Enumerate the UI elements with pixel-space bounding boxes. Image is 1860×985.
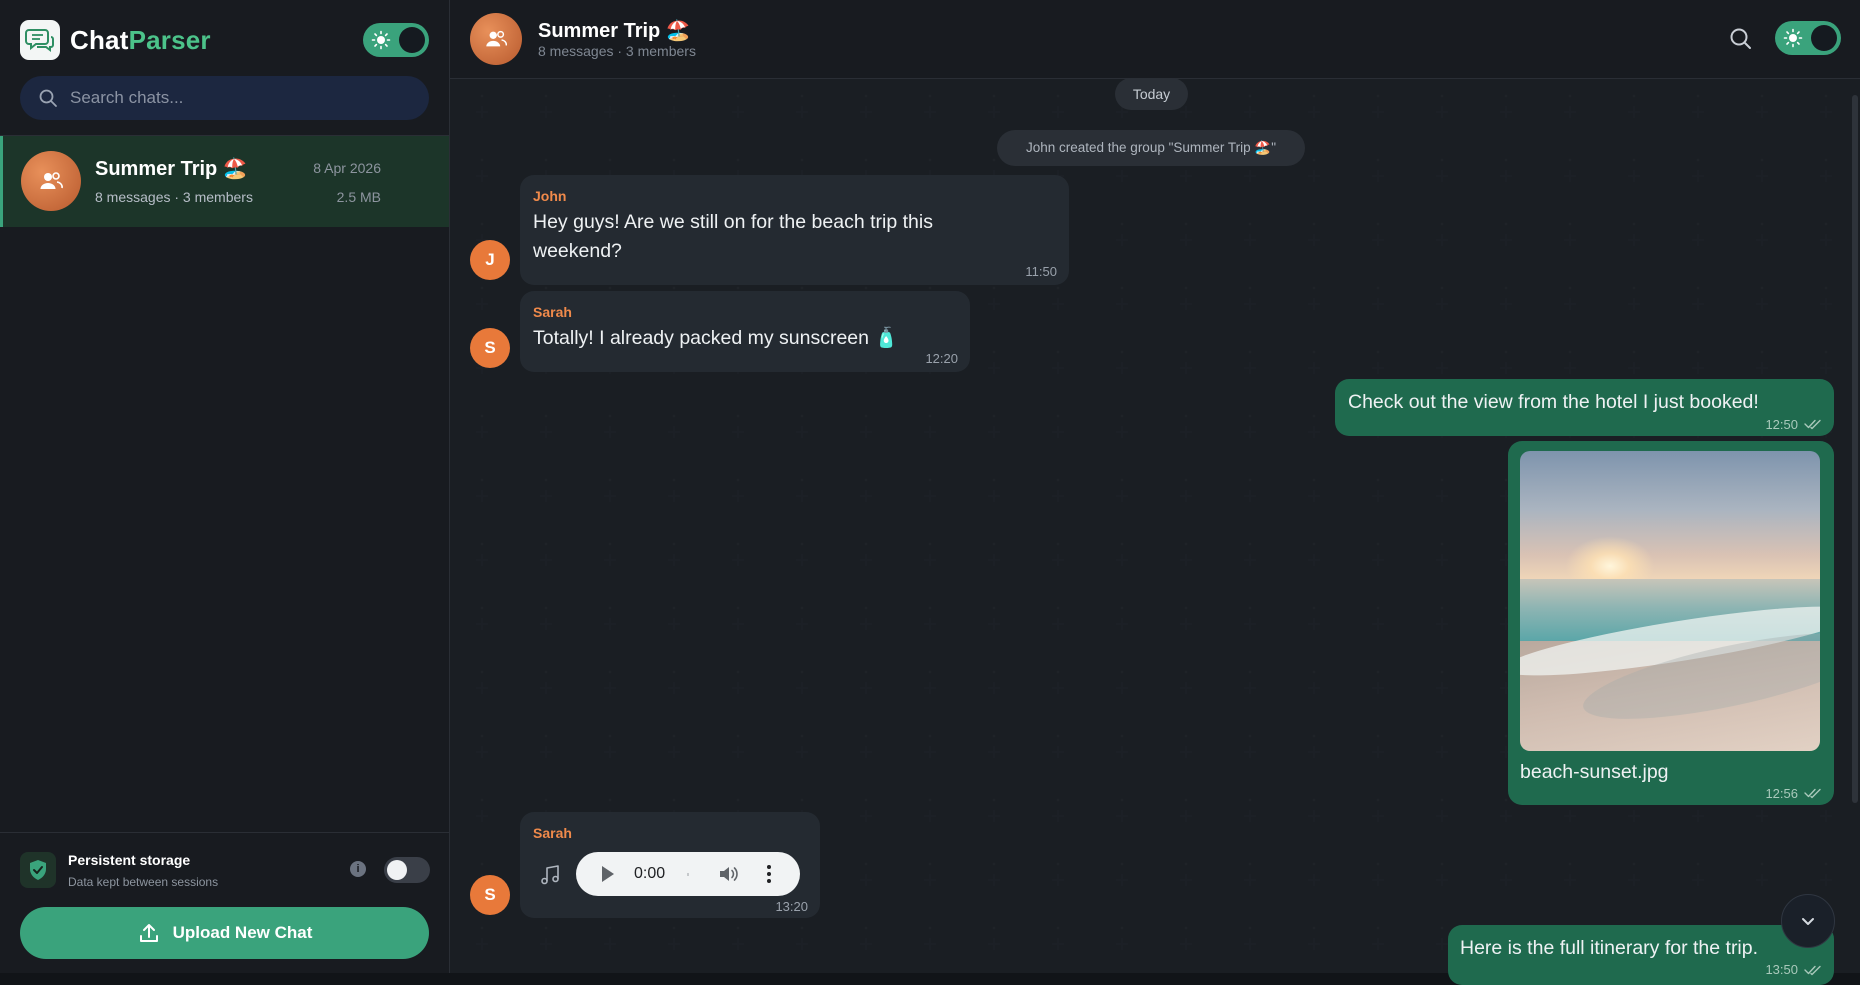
double-check-icon (1804, 965, 1821, 976)
storage-panel: Persistent storage Data kept between ses… (0, 832, 449, 973)
storage-toggle-knob (387, 860, 407, 880)
sender-name: Sarah (533, 825, 572, 841)
chat-list-item[interactable]: Summer Trip 🏖️ 8 messages · 3 members 8 … (0, 136, 449, 227)
double-check-icon (1804, 788, 1821, 799)
date-separator: Today (1115, 78, 1188, 110)
avatar: J (470, 240, 510, 280)
storage-subtitle: Data kept between sessions (68, 875, 219, 889)
header-title: Summer Trip 🏖️ (538, 20, 691, 42)
chat-logo-icon (20, 20, 60, 60)
image-caption: beach-sunset.jpg (1520, 761, 1669, 783)
group-icon (40, 172, 63, 189)
info-icon[interactable]: i (350, 861, 366, 877)
chat-date: 8 Apr 2026 (313, 160, 381, 176)
system-message: John created the group "Summer Trip 🏖️" (997, 130, 1305, 166)
message-bubble: Sarah Totally! I already packed my sunsc… (520, 291, 970, 372)
volume-icon[interactable] (718, 864, 740, 884)
sun-icon (371, 30, 391, 50)
message-time: 11:50 (1025, 264, 1057, 279)
photo-thumbnail[interactable] (1520, 451, 1820, 751)
storage-toggle[interactable] (384, 857, 430, 883)
message-time: 12:20 (925, 351, 958, 366)
search-icon (39, 89, 57, 107)
brand-name-part1: Chat (70, 24, 129, 55)
message-bubble-outgoing: Here is the full itinerary for the trip.… (1448, 925, 1834, 985)
message-bubble-outgoing: Check out the view from the hotel I just… (1335, 379, 1834, 436)
music-note-icon (541, 865, 559, 885)
group-avatar (21, 151, 81, 211)
sidebar: ChatParser Search chats... Summer Trip 🏖… (0, 0, 450, 973)
message-time: 13:50 (1765, 962, 1798, 977)
avatar: S (470, 875, 510, 915)
sender-name: Sarah (533, 304, 572, 320)
message-time: 12:50 (1765, 417, 1798, 432)
search-icon[interactable] (1728, 26, 1754, 52)
theme-toggle-knob (1811, 25, 1837, 51)
message-bubble: John Hey guys! Are we still on for the b… (520, 175, 1069, 285)
chat-search[interactable] (20, 76, 429, 120)
group-icon (486, 30, 507, 47)
theme-toggle[interactable] (363, 23, 429, 57)
theme-toggle-knob (399, 27, 425, 53)
avatar: S (470, 328, 510, 368)
double-check-icon (1804, 419, 1821, 430)
upload-icon (139, 924, 158, 942)
brand-name-part2: Parser (128, 24, 211, 55)
brand: ChatParser (20, 20, 211, 60)
chat-size: 2.5 MB (336, 189, 381, 205)
audio-player[interactable]: 0:00 (576, 852, 800, 896)
upload-button-label: Upload New Chat (172, 923, 313, 942)
chat-title: Summer Trip 🏖️ (95, 158, 248, 180)
scroll-to-bottom-button[interactable] (1781, 894, 1835, 948)
play-icon[interactable] (602, 866, 614, 882)
audio-progress[interactable] (687, 873, 689, 876)
search-input[interactable] (70, 88, 390, 108)
message-text: Hey guys! Are we still on for the beach … (533, 211, 933, 262)
header-group-avatar (470, 13, 522, 65)
chevron-down-icon (1802, 918, 1814, 925)
sun-icon (1783, 28, 1803, 48)
message-time: 12:56 (1765, 786, 1798, 801)
storage-title: Persistent storage (68, 852, 191, 868)
audio-current-time: 0:00 (634, 865, 666, 882)
chat-subtitle: 8 messages · 3 members (95, 189, 253, 205)
scrollbar[interactable] (1852, 95, 1858, 803)
more-vertical-icon[interactable] (766, 864, 772, 884)
upload-new-chat-button[interactable]: Upload New Chat (20, 907, 429, 959)
shield-icon (20, 852, 56, 888)
app-root: ChatParser Search chats... Summer Trip 🏖… (0, 0, 1860, 985)
chat-header: Summer Trip 🏖️ 8 messages · 3 members (450, 0, 1860, 79)
theme-toggle-header[interactable] (1775, 21, 1841, 55)
chat-panel: Summer Trip 🏖️ 8 messages · 3 members To… (450, 0, 1860, 985)
header-subtitle: 8 messages · 3 members (538, 43, 696, 59)
sender-name: John (533, 188, 567, 204)
brand-name: ChatParser (70, 25, 211, 56)
message-time: 13:20 (775, 899, 808, 914)
message-text: Here is the full itinerary for the trip. (1460, 937, 1759, 959)
message-text: Check out the view from the hotel I just… (1348, 391, 1759, 413)
message-bubble-audio: Sarah 0:00 13:20 (520, 812, 820, 918)
message-bubble-image: beach-sunset.jpg 12:56 (1508, 441, 1834, 805)
message-text: Totally! I already packed my sunscreen 🧴 (533, 327, 899, 349)
